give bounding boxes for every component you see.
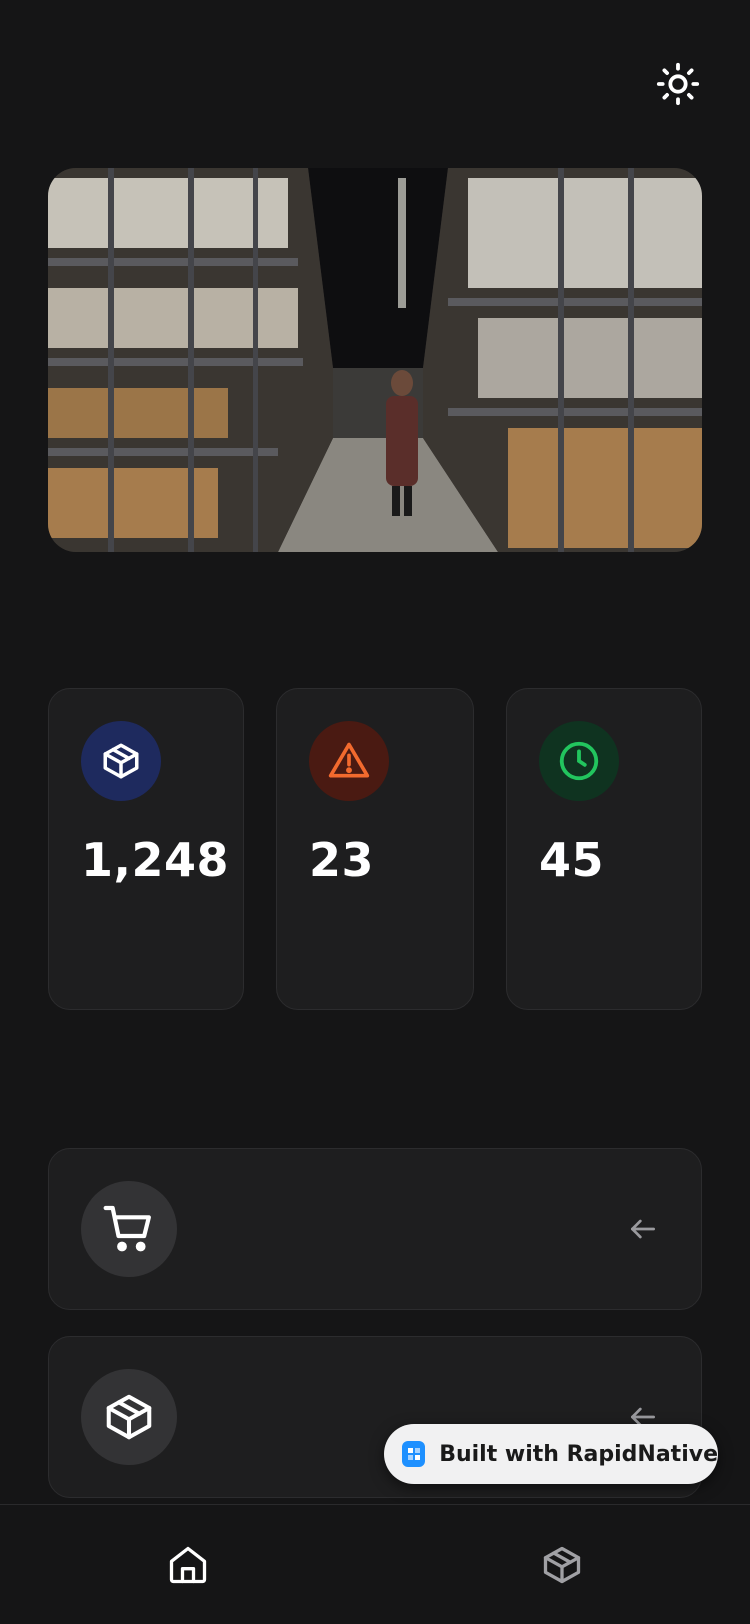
hero-image [48, 168, 702, 552]
stat-value: 1,248 [81, 833, 230, 887]
rapidnative-logo-icon [402, 1441, 426, 1467]
arrow-left-icon [621, 1207, 665, 1251]
nav-home-tab[interactable] [160, 1537, 216, 1593]
stat-value: 45 [539, 833, 605, 887]
stat-card-pending[interactable]: 45 [506, 688, 702, 1010]
package-icon [81, 1369, 177, 1465]
built-with-badge[interactable]: Built with RapidNative [384, 1424, 718, 1484]
action-row-orders[interactable] [48, 1148, 702, 1310]
alert-triangle-icon [309, 721, 389, 801]
stat-card-total[interactable]: 1,248 [48, 688, 244, 1010]
theme-toggle-button[interactable] [650, 56, 706, 112]
package-icon [543, 1546, 581, 1584]
stat-card-alerts[interactable]: 23 [276, 688, 474, 1010]
nav-inventory-tab[interactable] [534, 1537, 590, 1593]
stat-value: 23 [309, 833, 375, 887]
bottom-navigation [0, 1504, 750, 1624]
shopping-cart-icon [81, 1181, 177, 1277]
badge-label: Built with RapidNative [439, 1441, 718, 1467]
clock-icon [539, 721, 619, 801]
home-icon [169, 1546, 207, 1584]
package-icon [81, 721, 161, 801]
sun-icon [656, 62, 700, 106]
